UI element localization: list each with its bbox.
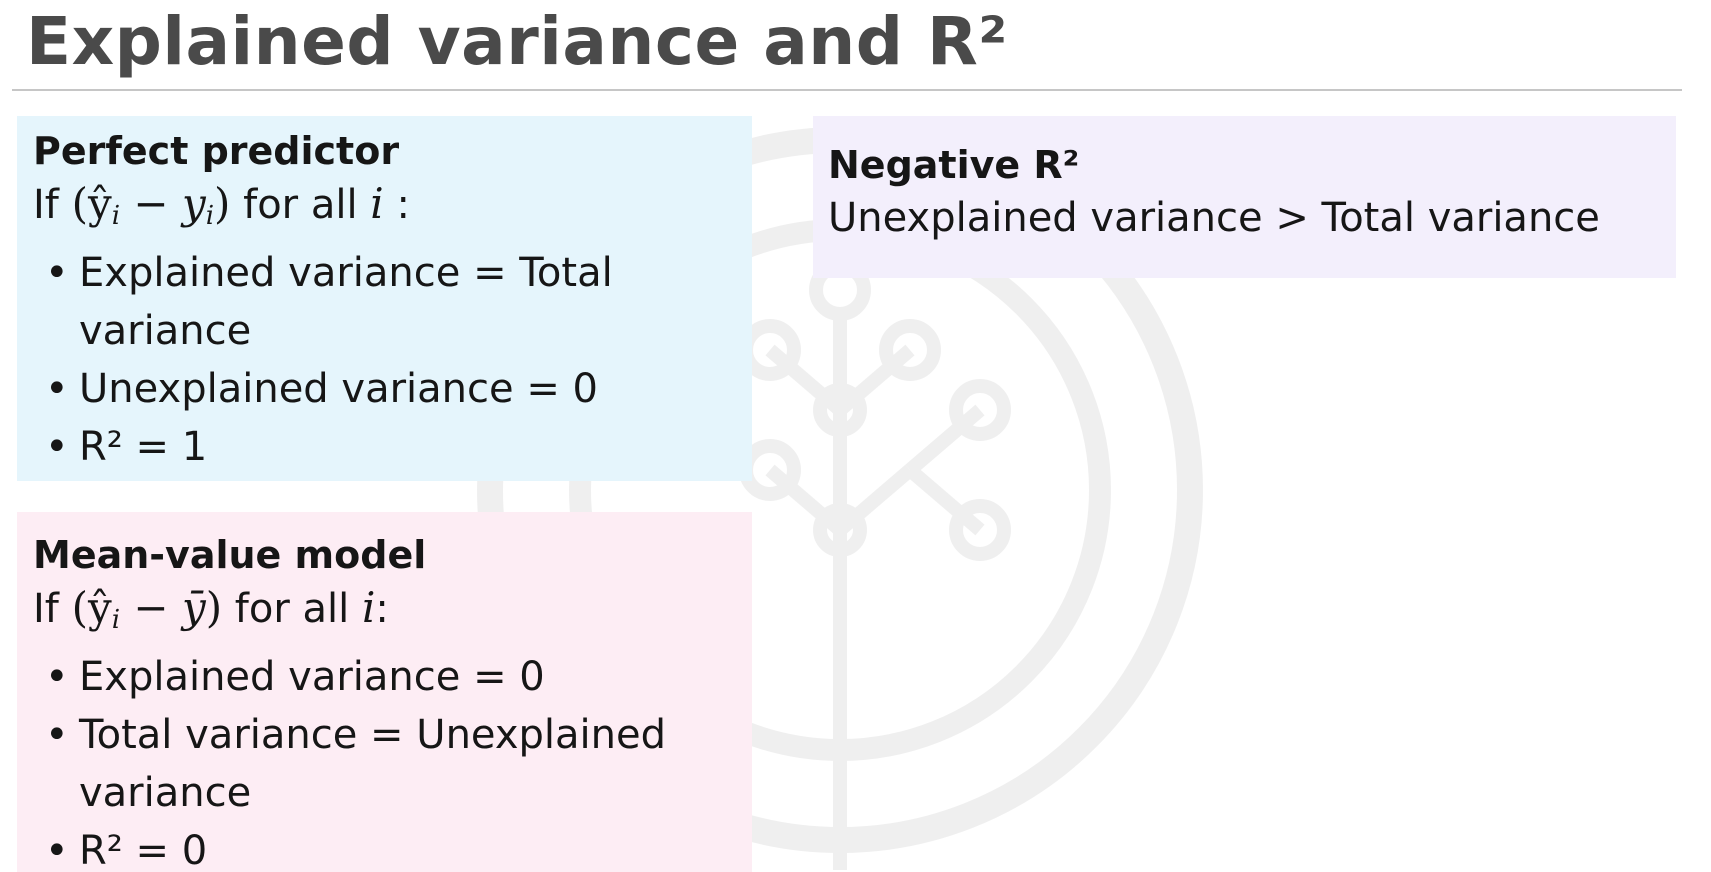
perfect-predictor-bullets: • Explained variance = Total variance • Un… <box>33 244 752 476</box>
condition-end: : <box>375 586 389 632</box>
condition-variable: i <box>361 583 376 632</box>
list-item: • R² = 0 <box>45 828 208 872</box>
list-item: • Explained variance = Total variance <box>45 250 613 354</box>
negative-r2-heading: Negative R² <box>828 143 1080 187</box>
perfect-predictor-card: Perfect predictor If (ŷi − yi) for all i… <box>17 116 752 481</box>
list-item: • Explained variance = 0 <box>45 654 545 700</box>
list-item: • R² = 1 <box>45 424 208 470</box>
condition-formula: (ŷi − ȳ) <box>71 583 223 635</box>
condition-formula: (ŷi − yi) <box>71 179 231 231</box>
mean-value-model-bullets: • Explained variance = 0 • Total variance … <box>33 648 752 872</box>
negative-r2-card: Negative R² Unexplained variance > Total… <box>813 116 1676 278</box>
mean-value-model-heading: Mean-value model <box>33 533 427 577</box>
slide-title: Explained variance and R² <box>26 3 1008 80</box>
condition-prefix: If <box>33 586 72 632</box>
perfect-predictor-heading: Perfect predictor <box>33 129 400 173</box>
condition-prefix: If <box>33 182 72 228</box>
condition-suffix: for all <box>222 586 362 632</box>
condition-suffix: for all <box>230 182 371 228</box>
condition-variable: i <box>370 179 384 228</box>
negative-r2-text: Unexplained variance > Total variance <box>828 195 1600 241</box>
mean-value-model-card: Mean-value model If (ŷi − ȳ) for all i: … <box>17 512 752 872</box>
perfect-predictor-condition: If (ŷi − yi) for all i : <box>33 176 752 244</box>
mean-value-model-condition: If (ŷi − ȳ) for all i: <box>33 580 752 648</box>
title-divider <box>12 89 1682 91</box>
condition-end: : <box>383 182 410 228</box>
list-item: • Total variance = Unexplained variance <box>45 712 666 816</box>
list-item: • Unexplained variance = 0 <box>45 366 599 412</box>
